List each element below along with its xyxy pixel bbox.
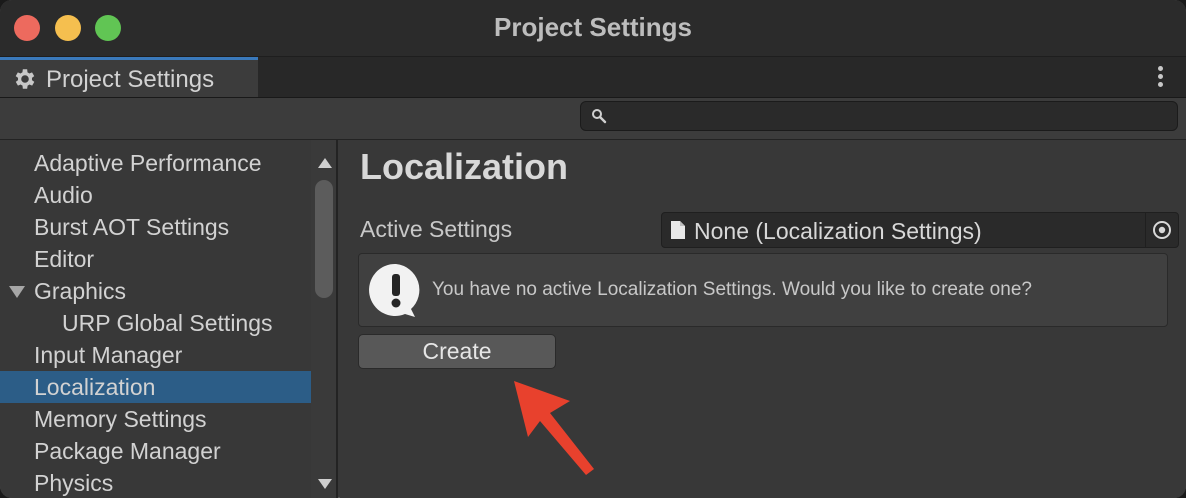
document-icon bbox=[671, 221, 685, 239]
project-settings-window: Project Settings Project Settings Adapti… bbox=[0, 0, 1186, 498]
search-field[interactable] bbox=[580, 101, 1178, 131]
window-title: Project Settings bbox=[494, 12, 692, 42]
sidebar-item-adaptive-performance[interactable]: Adaptive Performance bbox=[0, 147, 311, 179]
target-picker-icon bbox=[1153, 221, 1171, 239]
page-title: Localization bbox=[360, 146, 569, 187]
more-options-icon[interactable] bbox=[1158, 66, 1164, 88]
sidebar-item-label: Editor bbox=[34, 246, 95, 272]
sidebar-item-burst-aot-settings[interactable]: Burst AOT Settings bbox=[0, 211, 311, 243]
object-picker-button[interactable] bbox=[1145, 213, 1178, 247]
sidebar-item-label: URP Global Settings bbox=[62, 310, 273, 336]
sidebar-item-label: Audio bbox=[34, 182, 93, 208]
help-message: You have no active Localization Settings… bbox=[432, 279, 1032, 300]
sidebar-item-label: Memory Settings bbox=[34, 406, 207, 432]
warning-speech-bubble-icon bbox=[369, 263, 420, 317]
sidebar-item-label: Input Manager bbox=[34, 342, 183, 368]
toolbar bbox=[0, 98, 1186, 140]
sidebar-item-label: Burst AOT Settings bbox=[34, 214, 230, 240]
tab-bar: Project Settings bbox=[0, 57, 1186, 98]
help-box: You have no active Localization Settings… bbox=[358, 253, 1168, 327]
expand-triangle-icon[interactable] bbox=[9, 286, 25, 298]
sidebar-item-label: Graphics bbox=[34, 278, 127, 304]
scrollbar-thumb[interactable] bbox=[315, 180, 333, 298]
sidebar-scrollbar[interactable] bbox=[311, 140, 336, 498]
sidebar-item-package-manager[interactable]: Package Manager bbox=[0, 435, 311, 467]
scroll-up-arrow-icon[interactable] bbox=[318, 158, 332, 168]
sidebar-item-label: Adaptive Performance bbox=[34, 150, 262, 176]
active-settings-field[interactable]: None (Localization Settings) bbox=[661, 212, 1179, 248]
sidebar-item-input-manager[interactable]: Input Manager bbox=[0, 339, 311, 371]
search-icon bbox=[592, 109, 607, 124]
sidebar-item-graphics[interactable]: Graphics bbox=[0, 275, 311, 307]
sidebar-item-label: Package Manager bbox=[34, 438, 221, 464]
tab-project-settings[interactable]: Project Settings bbox=[0, 57, 258, 97]
sidebar-item-physics[interactable]: Physics bbox=[0, 467, 311, 498]
sidebar-item-label: Physics bbox=[34, 470, 114, 496]
search-input[interactable] bbox=[613, 104, 1167, 130]
active-settings-label: Active Settings bbox=[360, 216, 513, 242]
scroll-down-arrow-icon[interactable] bbox=[318, 479, 332, 489]
sidebar-item-urp-global-settings[interactable]: URP Global Settings bbox=[0, 307, 311, 339]
sidebar-item-localization[interactable]: Localization bbox=[0, 371, 311, 403]
localization-settings-panel: Localization Active Settings None (Local… bbox=[340, 140, 1186, 498]
active-settings-value: None (Localization Settings) bbox=[694, 218, 982, 244]
sidebar-item-editor[interactable]: Editor bbox=[0, 243, 311, 275]
tab-label: Project Settings bbox=[46, 66, 215, 93]
gear-icon bbox=[15, 69, 35, 89]
create-button[interactable]: Create bbox=[358, 334, 556, 369]
annotation-arrow-icon bbox=[514, 381, 594, 475]
settings-sidebar: Adaptive Performance Audio Burst AOT Set… bbox=[0, 140, 338, 498]
sidebar-item-audio[interactable]: Audio bbox=[0, 179, 311, 211]
title-bar: Project Settings bbox=[0, 0, 1186, 57]
sidebar-item-label: Localization bbox=[34, 374, 156, 400]
sidebar-item-memory-settings[interactable]: Memory Settings bbox=[0, 403, 311, 435]
